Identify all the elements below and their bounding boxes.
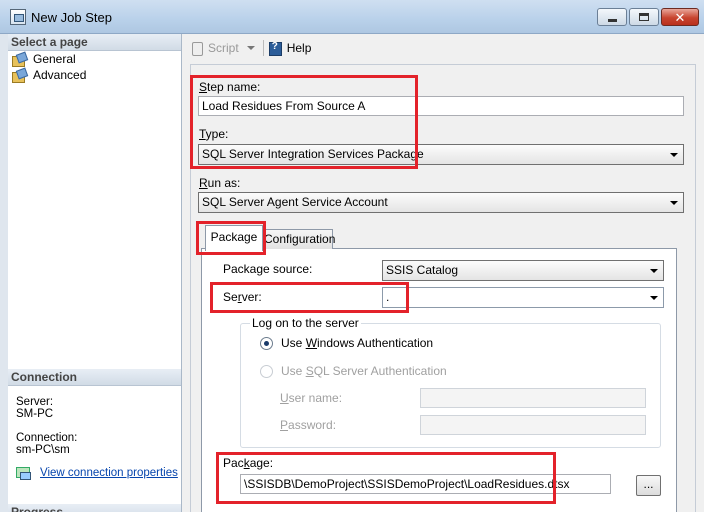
package-source-select[interactable]: SSIS Catalog bbox=[382, 260, 664, 281]
view-connection-properties-link[interactable]: View connection properties bbox=[40, 467, 178, 479]
type-label: Type: bbox=[199, 127, 229, 141]
package-path-input[interactable]: \SSISDB\DemoProject\SSISDemoProject\Load… bbox=[240, 474, 611, 494]
type-select-value: SQL Server Integration Services Package bbox=[202, 147, 424, 161]
maximize-button[interactable] bbox=[629, 8, 659, 26]
maximize-icon bbox=[639, 13, 649, 21]
tab-package[interactable]: Package bbox=[205, 225, 263, 251]
chevron-down-icon bbox=[670, 201, 678, 205]
run-as-label: Run as: bbox=[199, 176, 241, 190]
package-source-label: Package source: bbox=[223, 262, 313, 276]
script-icon bbox=[190, 41, 204, 56]
close-button[interactable]: ✕ bbox=[661, 8, 699, 26]
radio-unchecked-icon bbox=[260, 364, 273, 378]
password-label: Password: bbox=[280, 418, 337, 432]
user-name-input[interactable] bbox=[420, 388, 646, 408]
window-title: New Job Step bbox=[31, 10, 112, 25]
page-item-general[interactable]: General bbox=[8, 51, 181, 67]
type-select[interactable]: SQL Server Integration Services Package bbox=[198, 144, 684, 165]
chevron-down-icon bbox=[650, 269, 658, 273]
server-label: Server: bbox=[223, 290, 262, 304]
logon-group-title: Log on to the server bbox=[250, 316, 361, 330]
windows-auth-label: Use Windows Authentication bbox=[281, 336, 434, 350]
chevron-down-icon bbox=[670, 153, 678, 157]
sql-auth-label: Use SQL Server Authentication bbox=[281, 364, 447, 378]
chevron-down-icon bbox=[650, 296, 658, 300]
script-label: Script bbox=[208, 40, 239, 55]
package-label: Package: bbox=[223, 456, 274, 470]
chevron-down-icon[interactable] bbox=[246, 45, 255, 50]
properties-page-icon bbox=[12, 53, 26, 67]
connection-properties-icon bbox=[16, 466, 31, 480]
right-pane: Script Help Step name: Load Residues Fro… bbox=[182, 34, 704, 512]
progress-header: Progress bbox=[8, 504, 181, 512]
connection-header: Connection bbox=[8, 369, 181, 386]
run-as-select[interactable]: SQL Server Agent Service Account bbox=[198, 192, 684, 213]
step-name-label: Step name: bbox=[199, 80, 261, 94]
page-item-label: Advanced bbox=[33, 68, 87, 82]
view-connection-properties[interactable]: View connection properties bbox=[16, 466, 178, 480]
password-input[interactable] bbox=[420, 415, 646, 435]
server-value: SM-PC bbox=[16, 408, 54, 420]
toolbar: Script Help bbox=[182, 34, 696, 61]
radio-checked-icon bbox=[260, 336, 273, 350]
browse-package-button[interactable]: ... bbox=[636, 475, 661, 496]
package-source-value: SSIS Catalog bbox=[386, 263, 459, 277]
run-as-select-value: SQL Server Agent Service Account bbox=[202, 195, 388, 209]
script-button[interactable]: Script bbox=[190, 40, 255, 56]
close-icon: ✕ bbox=[674, 9, 686, 25]
windows-auth-radio[interactable]: Use Windows Authentication bbox=[260, 336, 433, 350]
server-combo-value: . bbox=[386, 290, 390, 304]
minimize-icon bbox=[607, 18, 617, 22]
general-page-panel: Step name: Load Residues From Source A T… bbox=[190, 64, 696, 512]
page-item-label: General bbox=[33, 52, 76, 66]
server-combo[interactable]: . bbox=[382, 287, 664, 308]
user-name-label: User name: bbox=[280, 391, 343, 405]
title-bar: New Job Step ✕ bbox=[0, 0, 704, 34]
help-icon bbox=[268, 41, 282, 56]
select-page-header: Select a page bbox=[8, 34, 181, 51]
toolbar-separator bbox=[262, 39, 264, 56]
sql-auth-radio[interactable]: Use SQL Server Authentication bbox=[260, 364, 447, 378]
help-label: Help bbox=[286, 40, 312, 55]
page-item-advanced[interactable]: Advanced bbox=[8, 67, 181, 83]
tab-configuration[interactable]: Configuration bbox=[263, 229, 335, 249]
step-name-input[interactable]: Load Residues From Source A bbox=[198, 96, 684, 116]
connection-value: sm-PC\sm bbox=[16, 444, 70, 456]
minimize-button[interactable] bbox=[597, 8, 627, 26]
left-pane: Select a page General Advanced Connectio… bbox=[8, 34, 182, 512]
properties-page-icon bbox=[12, 69, 26, 83]
window-icon bbox=[10, 9, 26, 25]
help-button[interactable]: Help bbox=[268, 40, 312, 56]
